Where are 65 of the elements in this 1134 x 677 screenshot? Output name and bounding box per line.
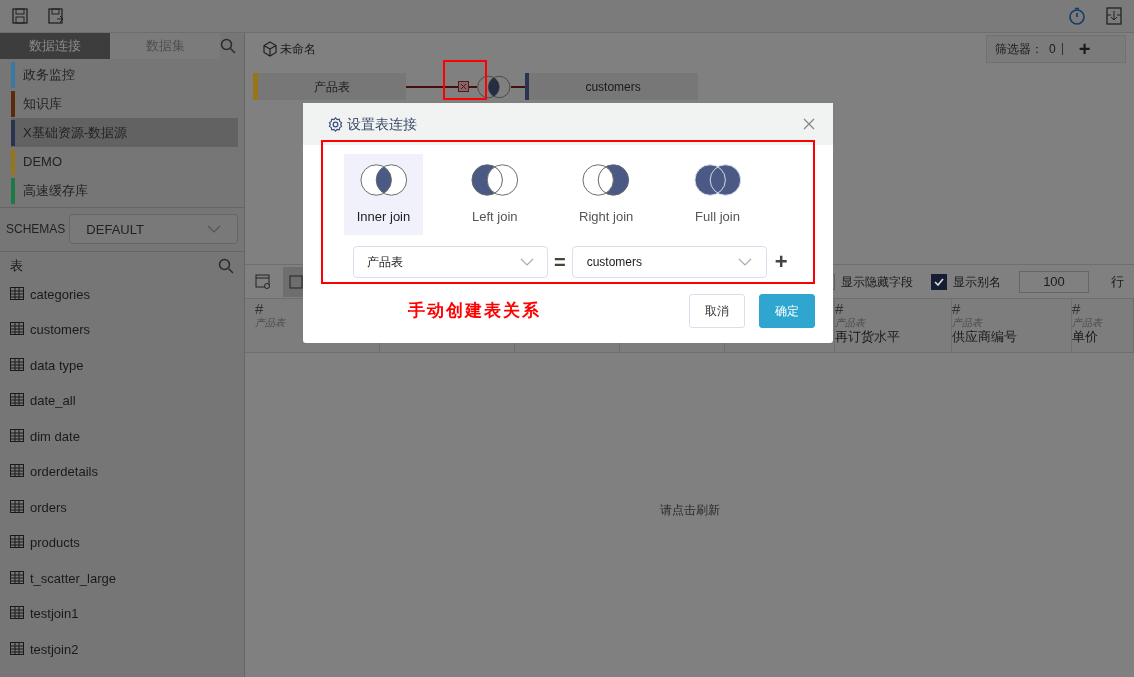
join-option[interactable]: Inner join <box>344 154 423 235</box>
annotation-frame <box>443 60 487 100</box>
timer-icon[interactable] <box>1068 7 1086 25</box>
dialog-title: 设置表连接 <box>347 114 417 134</box>
equals-sign: = <box>554 250 566 275</box>
field-select[interactable]: customers <box>571 246 767 278</box>
row-unit-label: 行 <box>1111 272 1124 291</box>
table-list-item[interactable]: t_scatter_large <box>0 570 244 606</box>
chevron-down-icon <box>520 258 534 266</box>
table-icon <box>10 428 24 442</box>
table-icon <box>10 357 24 371</box>
table-icon <box>10 535 24 548</box>
table-list-item[interactable]: orderdetails <box>0 464 244 500</box>
save-icon[interactable] <box>12 8 28 24</box>
close-icon <box>803 118 815 130</box>
export-icon[interactable] <box>1106 7 1122 25</box>
table-node[interactable]: 产品表 <box>253 73 406 100</box>
chevron-down-icon <box>207 225 221 234</box>
tables-heading: 表 <box>10 257 23 276</box>
table-icon <box>10 393 24 406</box>
search-icon[interactable] <box>218 258 234 275</box>
table-list-item[interactable]: testjoin1 <box>0 606 244 642</box>
table-icon <box>10 641 24 655</box>
table-icon <box>10 570 24 584</box>
cancel-button[interactable]: 取消 <box>689 294 745 328</box>
checkbox-label: 显示隐藏字段 <box>841 273 913 291</box>
table-list-item[interactable]: customers <box>0 322 244 358</box>
add-condition-button[interactable]: + <box>774 251 788 273</box>
table-list-item[interactable]: testjoin2 <box>0 641 244 677</box>
add-filter-button[interactable]: + <box>1078 39 1091 59</box>
table-icon <box>10 606 24 619</box>
search-icon[interactable] <box>220 38 236 55</box>
table-icon <box>10 499 24 513</box>
chevron-down-icon <box>737 258 752 266</box>
annotation-text: 手动创建表关系 <box>408 300 541 323</box>
table-icon <box>10 286 24 300</box>
table-list-item[interactable]: orders <box>0 499 244 535</box>
table-list-item[interactable]: products <box>0 535 244 571</box>
table-icon <box>10 322 24 335</box>
empty-message: 请点击刷新 <box>659 502 720 519</box>
schema-select[interactable]: DEFAULT <box>69 214 238 245</box>
filter-label: 筛选器： <box>995 41 1043 58</box>
checkmark-icon <box>934 277 944 286</box>
field-select[interactable]: 产品表 <box>353 246 548 278</box>
table-node[interactable]: customers <box>524 73 698 100</box>
table-list-item[interactable]: categories <box>0 286 244 322</box>
connection-item[interactable]: X基础资源-数据源 <box>11 118 238 148</box>
preview-icon[interactable] <box>289 274 303 289</box>
dataset-title: 未命名 <box>280 41 316 58</box>
table-list-item[interactable]: dim date <box>0 428 244 464</box>
filter-count: 0 <box>1049 41 1056 58</box>
table-list-item[interactable]: data type <box>0 357 244 393</box>
join-icon <box>477 74 511 99</box>
row-limit-field[interactable]: 100 <box>1019 270 1089 293</box>
schemas-label: SCHEMAS <box>6 221 66 239</box>
checkbox-label: 显示别名 <box>953 273 1001 291</box>
checkbox[interactable] <box>931 273 947 290</box>
table-icon <box>10 464 24 477</box>
close-button[interactable] <box>803 117 817 131</box>
cube-icon <box>262 41 278 57</box>
table-list-item[interactable]: date_all <box>0 393 244 429</box>
sidebar-tab[interactable]: 数据连接 <box>0 33 110 60</box>
save-as-icon[interactable] <box>48 8 64 24</box>
confirm-button[interactable]: 确定 <box>759 294 815 328</box>
close-icon[interactable] <box>458 81 469 92</box>
